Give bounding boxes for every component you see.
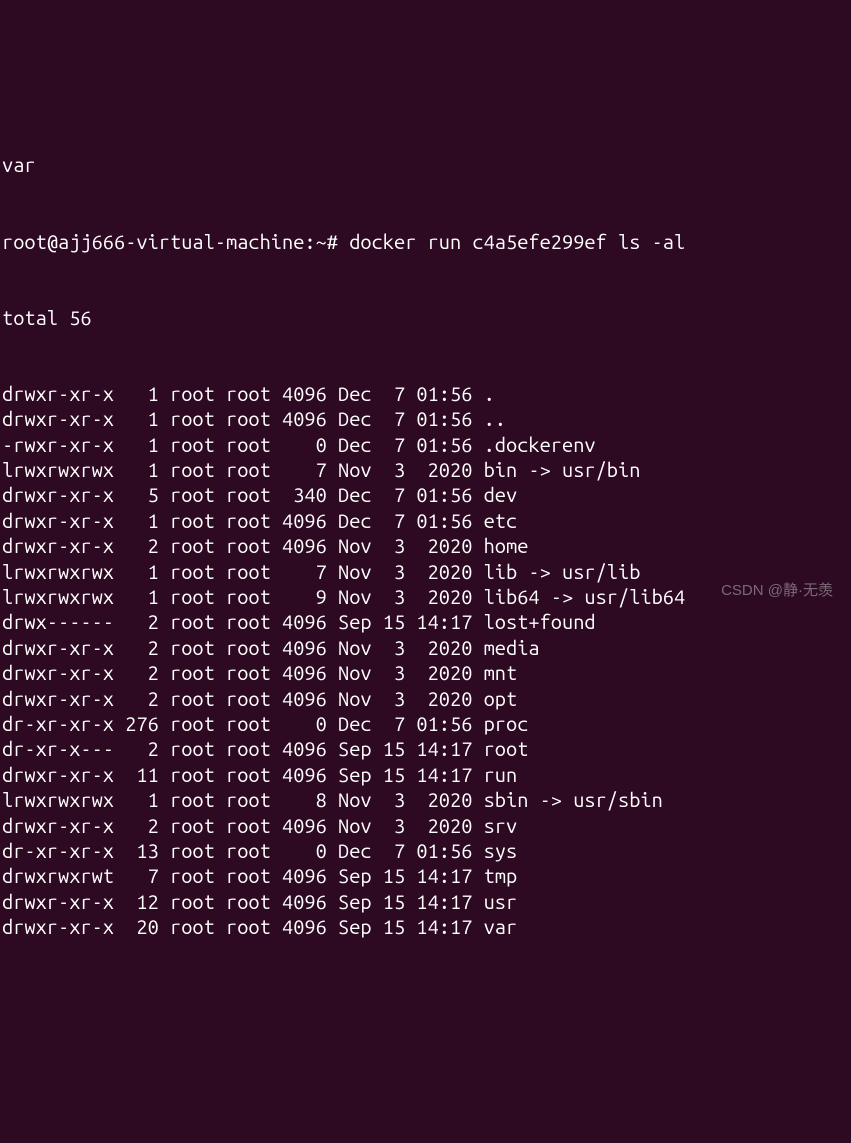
listing-row: drwxr-xr-x 2 root root 4096 Nov 3 2020 m… [2, 635, 849, 660]
listing-row: drwx------ 2 root root 4096 Sep 15 14:17… [2, 609, 849, 634]
listing-row: drwxr-xr-x 5 root root 340 Dec 7 01:56 d… [2, 482, 849, 507]
listing-row: drwxrwxrwt 7 root root 4096 Sep 15 14:17… [2, 863, 849, 888]
directory-listing: drwxr-xr-x 1 root root 4096 Dec 7 01:56 … [2, 381, 849, 940]
listing-row: dr-xr-xr-x 276 root root 0 Dec 7 01:56 p… [2, 711, 849, 736]
listing-row: dr-xr-xr-x 13 root root 0 Dec 7 01:56 sy… [2, 838, 849, 863]
terminal-window[interactable]: var root@ajj666-virtual-machine:~# docke… [0, 102, 851, 965]
listing-row: lrwxrwxrwx 1 root root 8 Nov 3 2020 sbin… [2, 787, 849, 812]
partial-output-line: var [2, 152, 849, 177]
listing-row: drwxr-xr-x 11 root root 4096 Sep 15 14:1… [2, 762, 849, 787]
listing-row: -rwxr-xr-x 1 root root 0 Dec 7 01:56 .do… [2, 432, 849, 457]
listing-row: drwxr-xr-x 20 root root 4096 Sep 15 14:1… [2, 914, 849, 939]
total-line: total 56 [2, 305, 849, 330]
listing-row: lrwxrwxrwx 1 root root 7 Nov 3 2020 bin … [2, 457, 849, 482]
listing-row: drwxr-xr-x 2 root root 4096 Nov 3 2020 m… [2, 660, 849, 685]
listing-row: drwxr-xr-x 1 root root 4096 Dec 7 01:56 … [2, 508, 849, 533]
listing-row: drwxr-xr-x 2 root root 4096 Nov 3 2020 h… [2, 533, 849, 558]
command-line: root@ajj666-virtual-machine:~# docker ru… [2, 229, 849, 254]
shell-prompt: root@ajj666-virtual-machine:~# [2, 230, 338, 253]
listing-row: drwxr-xr-x 1 root root 4096 Dec 7 01:56 … [2, 381, 849, 406]
listing-row: drwxr-xr-x 2 root root 4096 Nov 3 2020 s… [2, 813, 849, 838]
watermark-text: CSDN @静·无羡 [721, 581, 833, 600]
listing-row: drwxr-xr-x 1 root root 4096 Dec 7 01:56 … [2, 406, 849, 431]
listing-row: drwxr-xr-x 12 root root 4096 Sep 15 14:1… [2, 889, 849, 914]
listing-row: drwxr-xr-x 2 root root 4096 Nov 3 2020 o… [2, 686, 849, 711]
command-text: docker run c4a5efe299ef ls -al [349, 230, 685, 253]
listing-row: dr-xr-x--- 2 root root 4096 Sep 15 14:17… [2, 736, 849, 761]
